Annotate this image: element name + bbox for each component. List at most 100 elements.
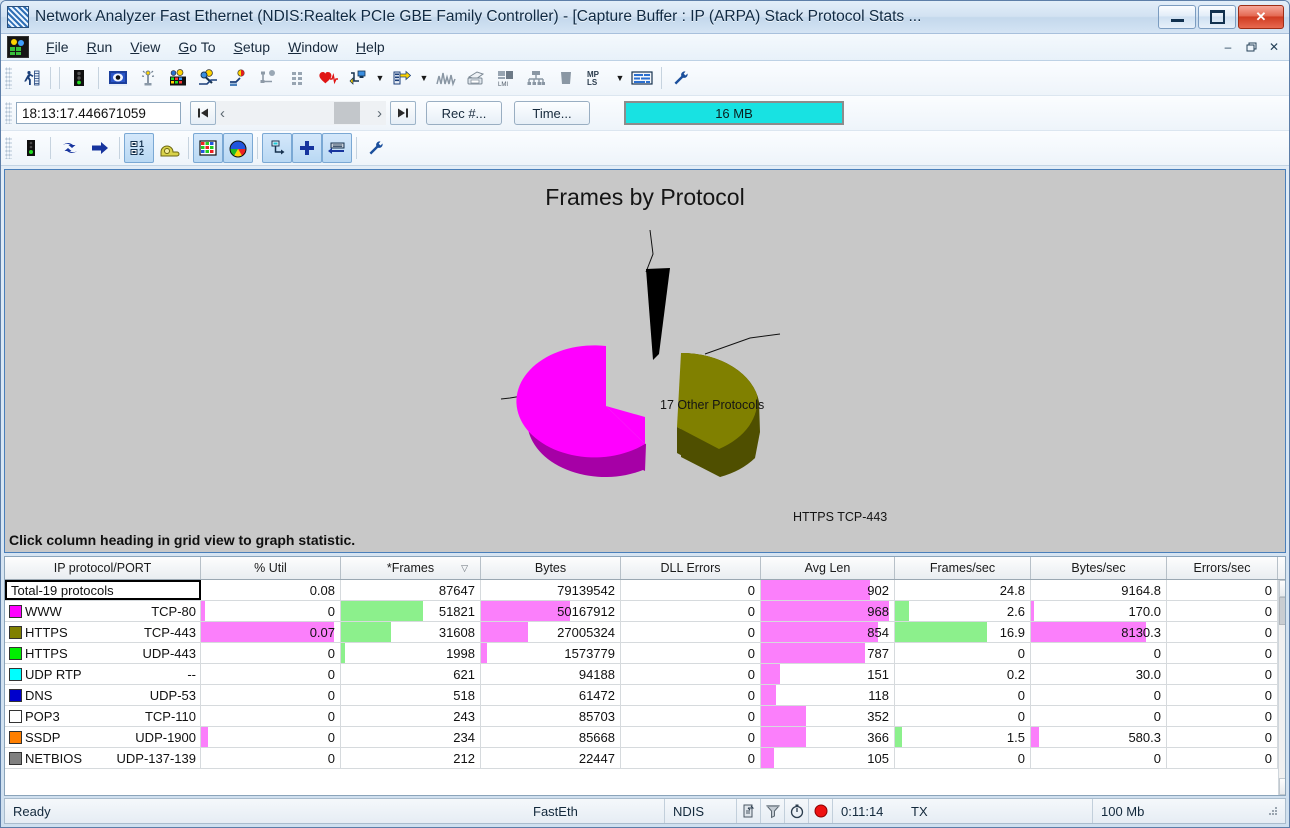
protocol-name-cell[interactable]: POP3 TCP-110 — [5, 706, 201, 726]
cell-util[interactable]: 0 — [201, 748, 341, 768]
packet-color-icon[interactable] — [223, 63, 253, 93]
toolbar-grip[interactable] — [5, 102, 12, 124]
cell-util[interactable]: 0 — [201, 643, 341, 663]
cell-avg-len[interactable]: 787 — [761, 643, 895, 663]
cell-dll-errors[interactable]: 0 — [621, 748, 761, 768]
cell-dll-errors[interactable]: 0 — [621, 727, 761, 747]
go-next-record[interactable]: › — [377, 105, 382, 122]
column-header-bytes[interactable]: Bytes — [481, 557, 621, 579]
tape-measure-icon[interactable] — [154, 133, 184, 163]
cell-util[interactable]: 0 — [201, 664, 341, 684]
cell-util[interactable]: 0 — [201, 601, 341, 621]
cell-frames[interactable]: 1998 — [341, 643, 481, 663]
record-scroll-thumb[interactable] — [334, 102, 360, 124]
table-row[interactable]: Total-19 protocols 0.08 87647 79139542 0 902 2… — [5, 580, 1278, 601]
cell-avg-len[interactable]: 105 — [761, 748, 895, 768]
menu-item-window[interactable]: Window — [279, 36, 347, 58]
cell-frames-sec[interactable]: 0 — [895, 706, 1031, 726]
pie-chart[interactable]: 17 Other Protocols HTTPS TCP-443 WWW TCP… — [5, 170, 1287, 528]
cell-errors-sec[interactable]: 0 — [1167, 601, 1278, 621]
timestamp-field[interactable]: 18:13:17.446671059 — [16, 102, 181, 124]
cell-frames[interactable]: 518 — [341, 685, 481, 705]
cell-frames[interactable]: 87647 — [341, 580, 481, 600]
cell-errors-sec[interactable]: 0 — [1167, 622, 1278, 642]
waveform-icon[interactable] — [431, 63, 461, 93]
cell-avg-len[interactable]: 366 — [761, 727, 895, 747]
protocol-name-cell[interactable]: DNS UDP-53 — [5, 685, 201, 705]
cell-errors-sec[interactable]: 0 — [1167, 748, 1278, 768]
table-row[interactable]: DNS UDP-53 0 518 61472 0 118 0 0 0 — [5, 685, 1278, 706]
table-row[interactable]: HTTPS TCP-443 0.07 31608 27005324 0 854 16.9 813… — [5, 622, 1278, 643]
traffic-light-icon[interactable] — [16, 133, 46, 163]
cell-dll-errors[interactable]: 0 — [621, 643, 761, 663]
cell-bytes[interactable]: 1573779 — [481, 643, 621, 663]
cell-bytes-sec[interactable]: 170.0 — [1031, 601, 1167, 621]
column-header-avg-len[interactable]: Avg Len — [761, 557, 895, 579]
record-icon[interactable] — [809, 799, 833, 823]
cell-bytes-sec[interactable]: 30.0 — [1031, 664, 1167, 684]
cell-frames-sec[interactable]: 24.8 — [895, 580, 1031, 600]
cell-util[interactable]: 0 — [201, 685, 341, 705]
mdi-minimize-button[interactable]: – — [1217, 36, 1239, 57]
grid-header-row[interactable]: IP protocol/PORT % Util *Frames ▽ Bytes DLL E… — [5, 557, 1285, 580]
toolbar-grip[interactable] — [5, 137, 12, 159]
printer-icon[interactable] — [461, 63, 491, 93]
go-first-record[interactable] — [190, 101, 216, 125]
cell-frames-sec[interactable]: 1.5 — [895, 727, 1031, 747]
cell-dll-errors[interactable]: 0 — [621, 706, 761, 726]
station-icon[interactable] — [262, 133, 292, 163]
cell-bytes-sec[interactable]: 0 — [1031, 643, 1167, 663]
run-walker-icon[interactable] — [16, 63, 46, 93]
cell-frames-sec[interactable]: 0.2 — [895, 664, 1031, 684]
cell-frames[interactable]: 212 — [341, 748, 481, 768]
cell-dll-errors[interactable]: 0 — [621, 622, 761, 642]
monitor-eye-icon[interactable] — [103, 63, 133, 93]
cell-frames-sec[interactable]: 0 — [895, 748, 1031, 768]
pie-chart-icon[interactable] — [223, 133, 253, 163]
chart-pane[interactable]: Frames by Protocol 17 Other Protocols HT… — [4, 169, 1286, 553]
cell-avg-len[interactable]: 902 — [761, 580, 895, 600]
menu-item-view[interactable]: View — [121, 36, 169, 58]
column-header-dll-errors[interactable]: DLL Errors — [621, 557, 761, 579]
sort-numeric-icon[interactable]: 1 2 — [124, 133, 154, 163]
cell-dll-errors[interactable]: 0 — [621, 664, 761, 684]
cell-avg-len[interactable]: 854 — [761, 622, 895, 642]
maximize-button[interactable] — [1198, 5, 1236, 29]
keyboard-grid-icon[interactable] — [627, 63, 657, 93]
table-row[interactable]: POP3 TCP-110 0 243 85703 0 352 0 0 0 — [5, 706, 1278, 727]
cell-bytes-sec[interactable]: 0 — [1031, 706, 1167, 726]
cell-bytes[interactable]: 50167912 — [481, 601, 621, 621]
forward-arrow-icon[interactable] — [85, 133, 115, 163]
menu-item-help[interactable]: Help — [347, 36, 394, 58]
cell-bytes[interactable]: 85703 — [481, 706, 621, 726]
wrench-icon[interactable] — [666, 63, 696, 93]
cell-util[interactable]: 0.07 — [201, 622, 341, 642]
cell-frames[interactable]: 243 — [341, 706, 481, 726]
scroll-down-button[interactable]: ∨ — [1279, 778, 1285, 795]
cell-errors-sec[interactable]: 0 — [1167, 727, 1278, 747]
buffer-size-indicator[interactable]: 16 MB — [624, 101, 844, 125]
grid-vertical-scrollbar[interactable]: ∧ ∨ — [1278, 580, 1285, 795]
cell-avg-len[interactable]: 118 — [761, 685, 895, 705]
lmi-icon[interactable]: LMI — [491, 63, 521, 93]
table-row[interactable]: WWW TCP-80 0 51821 50167912 0 968 2.6 170.0 0 — [5, 601, 1278, 622]
column-header-errors-sec[interactable]: Errors/sec — [1167, 557, 1278, 579]
cell-frames-sec[interactable]: 2.6 — [895, 601, 1031, 621]
cell-avg-len[interactable]: 352 — [761, 706, 895, 726]
cell-bytes-sec[interactable]: 580.3 — [1031, 727, 1167, 747]
cell-frames[interactable]: 51821 — [341, 601, 481, 621]
chevron-down-icon[interactable]: ▼ — [373, 64, 387, 92]
column-header-frames[interactable]: *Frames ▽ — [341, 557, 481, 579]
protocol-name-cell[interactable]: SSDP UDP-1900 — [5, 727, 201, 747]
cell-frames[interactable]: 621 — [341, 664, 481, 684]
traffic-light-icon[interactable] — [64, 63, 94, 93]
node-setup-icon[interactable] — [343, 63, 373, 93]
expert-magnifier-icon[interactable] — [193, 63, 223, 93]
node-chart-icon[interactable] — [253, 63, 283, 93]
cell-bytes[interactable]: 61472 — [481, 685, 621, 705]
close-button[interactable]: ✕ — [1238, 5, 1284, 29]
table-row[interactable]: UDP RTP -- 0 621 94188 0 151 0.2 30.0 0 — [5, 664, 1278, 685]
cell-util[interactable]: 0 — [201, 706, 341, 726]
column-header-frames-sec[interactable]: Frames/sec — [895, 557, 1031, 579]
table-row[interactable]: HTTPS UDP-443 0 1998 1573779 0 787 0 0 0 — [5, 643, 1278, 664]
